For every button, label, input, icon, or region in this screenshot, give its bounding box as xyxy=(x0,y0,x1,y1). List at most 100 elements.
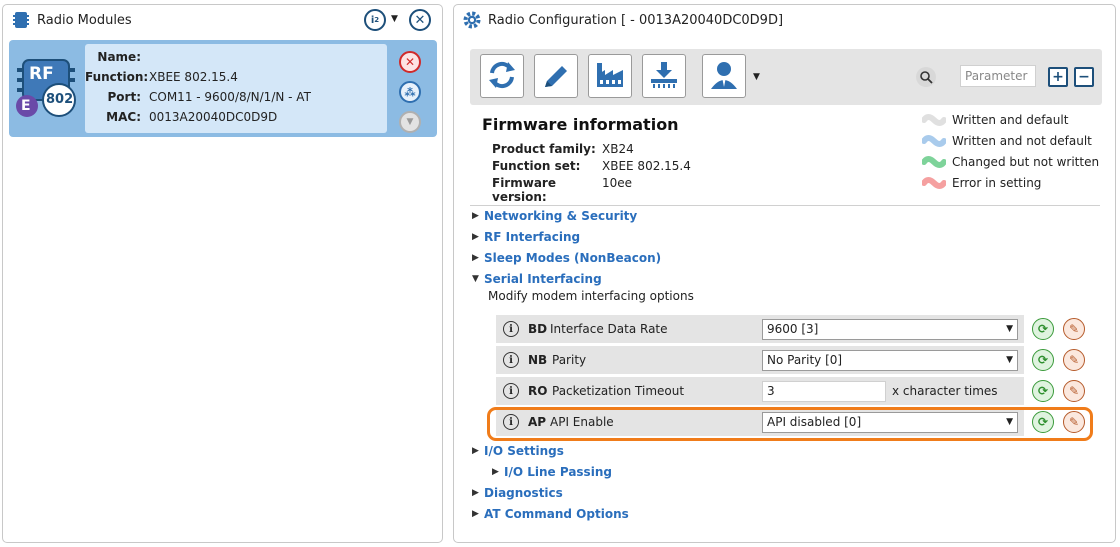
module-mac-row: MAC: 0013A20040DC0D9D xyxy=(85,107,277,127)
firmware-row: Firmware version: 10ee xyxy=(492,176,633,204)
firmware-value: XBEE 802.15.4 xyxy=(602,159,691,173)
radio-configuration-title: Radio Configuration [ - 0013A20040DC0D9D… xyxy=(488,12,784,28)
info-icon[interactable]: i xyxy=(503,321,519,337)
parameter-search-input[interactable]: Parameter xyxy=(960,65,1036,87)
section-label: RF Interfacing xyxy=(484,230,581,244)
firmware-row: Product family: XB24 xyxy=(492,142,634,159)
close-panel-icon[interactable]: ✕ xyxy=(409,9,431,31)
param-row-nb: i NB Parity No Parity [0] ▼ xyxy=(496,346,1024,374)
module-badge-protocol: 802 xyxy=(46,92,74,107)
collapsed-triangle-icon: ▶ xyxy=(492,467,499,477)
network-icon[interactable]: ⁂ xyxy=(399,81,421,103)
module-function-label: Function: xyxy=(85,70,149,84)
select-value: 9600 [3] xyxy=(767,322,819,336)
param-name: Parity xyxy=(552,353,587,367)
factory-icon xyxy=(594,59,626,94)
section-label: Serial Interfacing xyxy=(484,272,602,286)
discover-dropdown-icon[interactable]: ▼ xyxy=(391,14,398,24)
section-label: Diagnostics xyxy=(484,486,563,500)
read-param-refresh-icon[interactable]: ⟳ xyxy=(1032,318,1054,340)
section-diagnostics[interactable]: ▶ Diagnostics xyxy=(472,484,563,502)
refresh-icon xyxy=(486,59,518,94)
legend-written-not-default: Written and not default xyxy=(922,132,1092,150)
write-param-pencil-icon[interactable]: ✎ xyxy=(1063,318,1085,340)
read-param-refresh-icon[interactable]: ⟳ xyxy=(1032,349,1054,371)
discover-devices-icon[interactable]: i2 xyxy=(364,9,386,31)
dropdown-arrow-icon: ▼ xyxy=(1006,355,1013,365)
section-rf-interfacing[interactable]: ▶ RF Interfacing xyxy=(472,228,580,246)
radio-module-card[interactable]: RF 802 E Name: Function: XBEE 802.15.4 P… xyxy=(9,40,437,137)
radio-modules-title: Radio Modules xyxy=(37,12,132,28)
section-networking-security[interactable]: ▶ Networking & Security xyxy=(472,207,637,225)
read-param-refresh-icon[interactable]: ⟳ xyxy=(1032,380,1054,402)
module-mac-value: 0013A20040DC0D9D xyxy=(149,110,278,124)
legend-error: Error in setting xyxy=(922,174,1041,192)
legend-label: Written and not default xyxy=(952,134,1092,148)
section-io-line-passing[interactable]: ▶ I/O Line Passing xyxy=(492,463,612,481)
module-port-value: COM11 - 9600/8/N/1/N - AT xyxy=(149,90,311,104)
module-port-row: Port: COM11 - 9600/8/N/1/N - AT xyxy=(85,87,311,107)
legend-label: Error in setting xyxy=(952,176,1042,190)
pencil-icon xyxy=(540,59,572,94)
section-sleep-modes[interactable]: ▶ Sleep Modes (NonBeacon) xyxy=(472,249,661,267)
param-input-ro[interactable]: 3 xyxy=(762,381,886,402)
collapsed-triangle-icon: ▶ xyxy=(472,253,479,263)
param-suffix: x character times xyxy=(892,384,998,398)
firmware-value: 10ee xyxy=(602,176,633,190)
write-param-pencil-icon[interactable]: ✎ xyxy=(1063,349,1085,371)
info-icon[interactable]: i xyxy=(503,352,519,368)
param-select-bd[interactable]: 9600 [3] ▼ xyxy=(762,319,1018,340)
legend-written-default: Written and default xyxy=(922,111,1068,129)
param-code: RO xyxy=(528,384,548,398)
default-settings-button[interactable] xyxy=(588,54,632,98)
module-mac-label: MAC: xyxy=(106,110,141,124)
param-code: NB xyxy=(528,353,548,367)
profile-dropdown-icon[interactable]: ▼ xyxy=(753,72,760,82)
radio-module-icon xyxy=(11,10,31,30)
module-info-box: Name: Function: XBEE 802.15.4 Port: COM1… xyxy=(85,44,387,133)
serial-interfacing-description: Modify modem interfacing options xyxy=(488,289,694,303)
collapsed-triangle-icon: ▶ xyxy=(472,232,479,242)
collapsed-triangle-icon: ▶ xyxy=(472,446,479,456)
module-badge-top: RF xyxy=(29,64,54,84)
section-serial-interfacing[interactable]: ▼ Serial Interfacing xyxy=(472,270,602,288)
param-row-ro: i RO Packetization Timeout 3 x character… xyxy=(496,377,1024,405)
info-icon[interactable]: i xyxy=(503,383,519,399)
param-name: Packetization Timeout xyxy=(552,384,685,398)
radio-configuration-header: Radio Configuration [ - 0013A20040DC0D9D… xyxy=(454,5,1115,35)
module-badge-letter: E xyxy=(21,98,31,114)
firmware-key: Product family: xyxy=(492,142,596,156)
write-settings-button[interactable] xyxy=(534,54,578,98)
param-name: Interface Data Rate xyxy=(550,322,668,336)
section-label: I/O Line Passing xyxy=(504,465,612,479)
select-value: No Parity [0] xyxy=(767,353,843,367)
search-icon xyxy=(916,67,936,87)
firmware-information-title: Firmware information xyxy=(482,115,679,134)
firmware-row: Function set: XBEE 802.15.4 xyxy=(492,159,691,176)
collapsed-triangle-icon: ▶ xyxy=(472,211,479,221)
collapsed-triangle-icon: ▶ xyxy=(472,488,479,498)
expand-module-icon[interactable]: ▼ xyxy=(399,111,421,133)
section-io-settings[interactable]: ▶ I/O Settings xyxy=(472,442,564,460)
dropdown-arrow-icon: ▼ xyxy=(1006,324,1013,334)
remove-module-icon[interactable]: ✕ xyxy=(399,51,421,73)
collapse-all-icon[interactable]: − xyxy=(1074,67,1094,87)
firmware-key: Function set: xyxy=(492,159,581,173)
read-settings-button[interactable] xyxy=(480,54,524,98)
expand-all-icon[interactable]: + xyxy=(1048,67,1068,87)
profile-button[interactable] xyxy=(702,54,746,98)
radio-modules-panel: Radio Modules i2 ▼ ✕ RF 802 E Name: Func… xyxy=(2,4,443,543)
user-profile-icon xyxy=(708,59,740,94)
gear-icon xyxy=(462,10,482,30)
download-icon xyxy=(648,59,680,94)
section-at-command-options[interactable]: ▶ AT Command Options xyxy=(472,505,629,523)
param-select-nb[interactable]: No Parity [0] ▼ xyxy=(762,350,1018,371)
update-firmware-button[interactable] xyxy=(642,54,686,98)
module-port-label: Port: xyxy=(107,90,142,104)
module-name-row: Name: xyxy=(85,47,149,67)
ap-highlight-outline xyxy=(487,407,1093,441)
legend-label: Written and default xyxy=(952,113,1069,127)
module-function-value: XBEE 802.15.4 xyxy=(149,70,238,84)
module-name-label: Name: xyxy=(97,50,141,64)
write-param-pencil-icon[interactable]: ✎ xyxy=(1063,380,1085,402)
